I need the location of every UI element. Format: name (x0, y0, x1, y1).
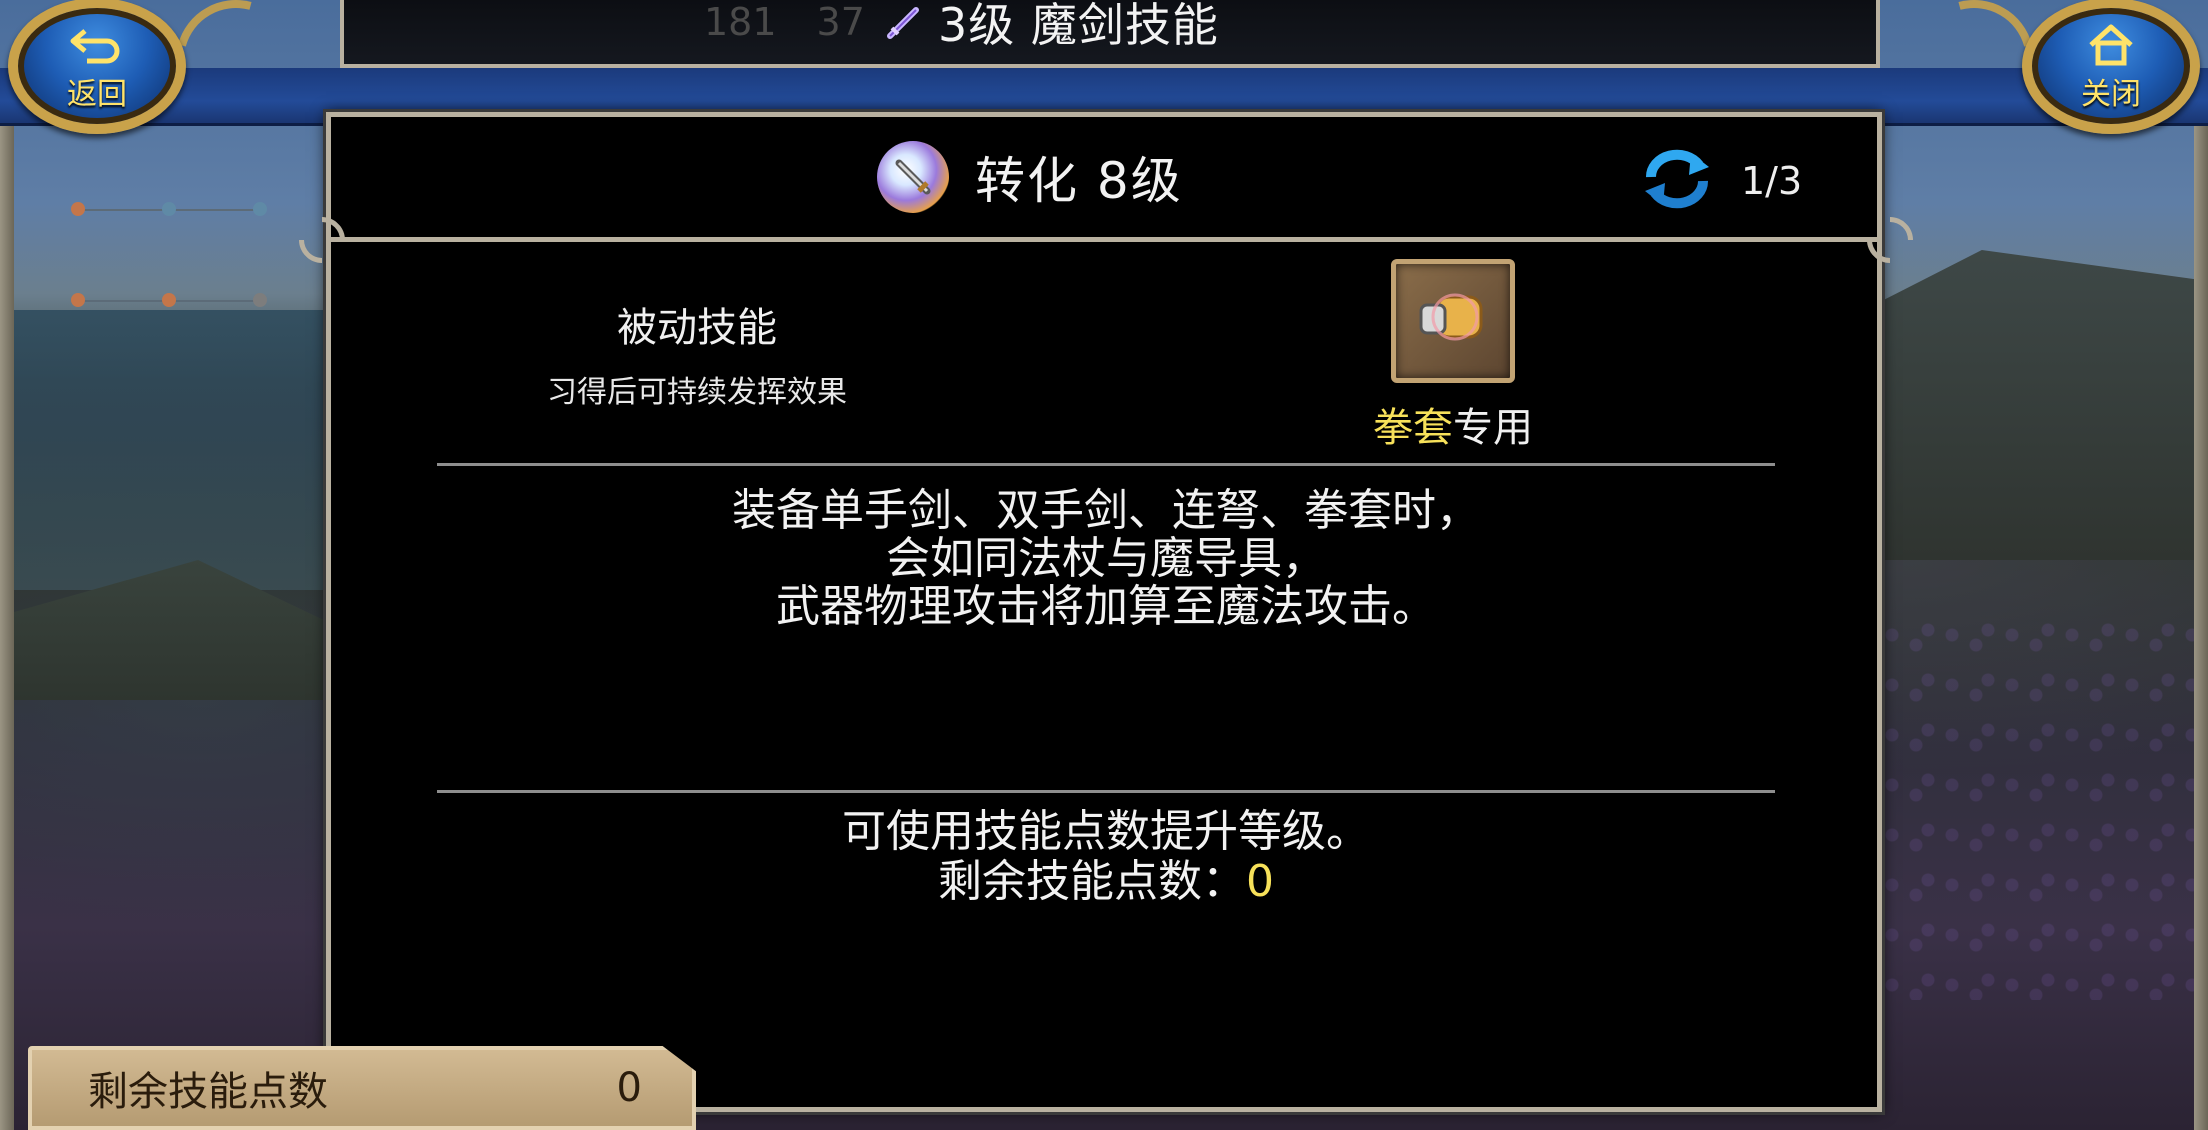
remaining-points-value: 0 (1246, 856, 1274, 907)
back-button[interactable]: 返回 (8, 0, 186, 134)
skill-type-desc: 习得后可持续发挥效果 (547, 375, 847, 410)
sword-skill-icon (880, 0, 928, 46)
upgrade-hint: 可使用技能点数提升等级。 (842, 806, 1370, 857)
hud-ghost-stats: 181 37 (704, 0, 865, 44)
skill-orb-icon (877, 141, 949, 213)
skill-detail-panel: 转化 8级 1/3 被动技能 习得后可持续发挥效果 拳套专用 装备单手剑、双手剑… (289, 112, 1923, 1112)
close-button[interactable]: 关闭 (2022, 0, 2200, 134)
gauntlet-icon (1391, 259, 1515, 383)
back-button-label: 返回 (67, 77, 127, 112)
close-button-label: 关闭 (2081, 77, 2141, 112)
skill-points-bar: 剩余技能点数 0 (28, 1046, 696, 1130)
back-arrow-icon (67, 23, 127, 67)
refresh-cycle-icon[interactable] (1639, 147, 1715, 215)
upgrade-info: 可使用技能点数提升等级。 剩余技能点数：0 (437, 807, 1775, 907)
points-value: 0 (616, 1065, 642, 1111)
weapon-suffix: 专用 (1453, 405, 1533, 451)
background-flowers (1880, 620, 2200, 1000)
divider (437, 790, 1775, 793)
hud-ghost-value: 37 (816, 0, 865, 44)
skill-tree-node[interactable] (71, 202, 85, 216)
side-frame-right (2194, 126, 2208, 1130)
description-line: 武器物理攻击将加算至魔法攻击。 (776, 581, 1436, 632)
skill-type-block: 被动技能 习得后可持续发挥效果 (527, 295, 867, 411)
skill-tree-node[interactable] (253, 202, 267, 216)
divider (437, 463, 1775, 466)
weapon-restriction-label: 拳套专用 (1363, 395, 1543, 453)
skill-name-wrap: 转化 8级 (877, 141, 1183, 213)
home-icon (2081, 23, 2141, 67)
hud-ghost-value: 181 (704, 0, 777, 44)
page-title: 3级 魔剑技能 (938, 0, 1219, 52)
skill-tree-node[interactable] (162, 293, 176, 307)
skill-header: 转化 8级 1/3 (331, 117, 1877, 242)
background-hill-right (1860, 250, 2208, 560)
skill-tree-node[interactable] (71, 293, 85, 307)
side-frame-left (0, 126, 14, 1130)
page-indicator: 1/3 (1639, 147, 1802, 215)
page-count: 1/3 (1741, 159, 1803, 203)
skill-tree-node[interactable] (253, 293, 267, 307)
remaining-points-line: 剩余技能点数：0 (437, 857, 1775, 907)
skill-type-title: 被动技能 (617, 305, 777, 351)
description-line: 会如同法杖与魔导具， (886, 533, 1326, 584)
page-title-wrap: 3级 魔剑技能 (880, 0, 1219, 52)
weapon-name: 拳套 (1373, 405, 1453, 451)
remaining-points-label: 剩余技能点数： (938, 856, 1246, 907)
skill-title: 转化 8级 (975, 152, 1183, 210)
skill-tree-node[interactable] (162, 202, 176, 216)
points-label: 剩余技能点数 (88, 1069, 328, 1115)
skill-description: 装备单手剑、双手剑、连弩、拳套时， 会如同法杖与魔导具， 武器物理攻击将加算至魔… (437, 487, 1775, 631)
description-line: 装备单手剑、双手剑、连弩、拳套时， (732, 485, 1480, 536)
